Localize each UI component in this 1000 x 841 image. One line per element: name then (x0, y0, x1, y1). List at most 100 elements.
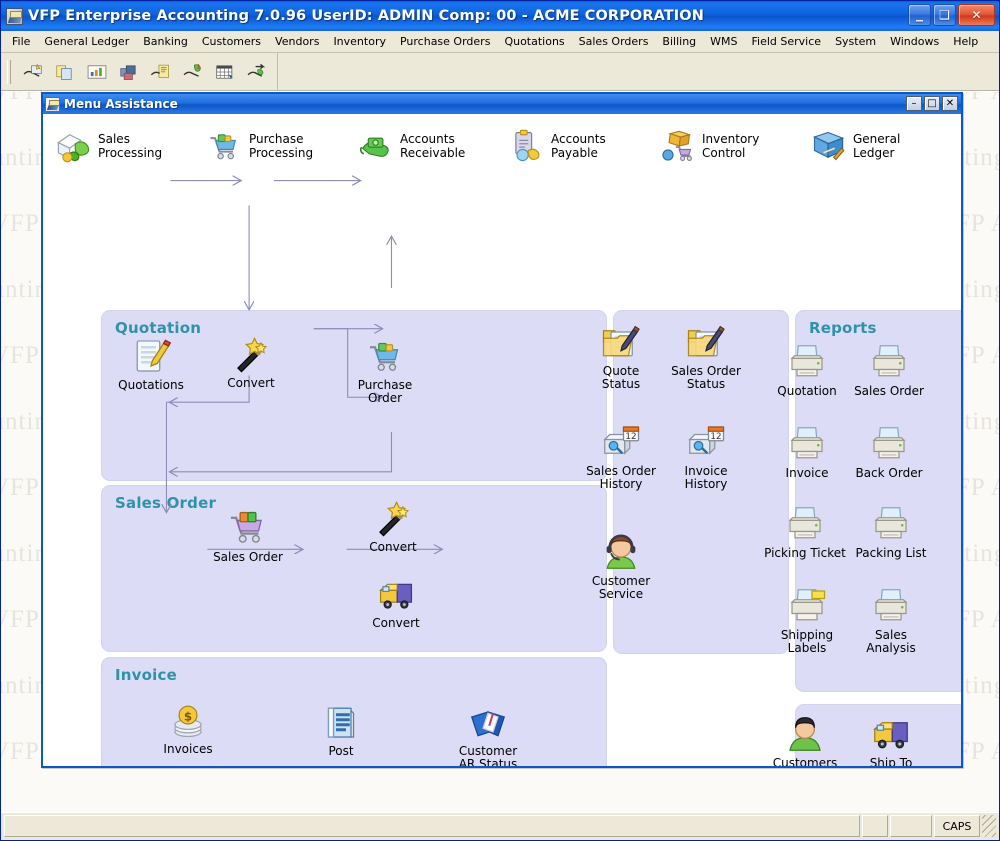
toolbar-button-reports-chart[interactable] (83, 58, 111, 86)
module-label-line1: Accounts (551, 132, 606, 146)
module-label: AccountsReceivable (400, 132, 465, 160)
history-calendar-icon: 12 (601, 422, 641, 462)
child-minimize-button[interactable]: – (906, 96, 922, 111)
window-controls: _ ❑ ✕ (908, 4, 995, 26)
module-general-ledger[interactable]: GeneralLedger (804, 128, 955, 164)
module-accounts-receivable[interactable]: AccountsReceivable (351, 128, 502, 164)
child-maximize-button[interactable]: □ (924, 96, 940, 111)
menu-item-customers[interactable]: Customers (195, 32, 268, 52)
folder-pen-icon (601, 322, 641, 362)
reports-panel-title: Reports (809, 319, 877, 337)
node-post[interactable]: Post (291, 702, 391, 758)
module-sales-processing[interactable]: SalesProcessing (49, 128, 200, 164)
node-label: Sales OrderHistory (586, 465, 656, 491)
node-label: Post (328, 745, 353, 758)
resize-grip[interactable] (982, 815, 996, 837)
post-book-icon (321, 702, 361, 742)
node-label: Convert (369, 541, 416, 554)
node-report-sales-order[interactable]: Sales Order (839, 342, 939, 398)
money-stack-icon: $ (169, 702, 207, 740)
node-label-line1: Quotation (777, 385, 836, 398)
minimize-button[interactable]: _ (908, 4, 931, 26)
node-invoices[interactable]: $ Invoices (138, 702, 238, 756)
node-label-line1: Invoice (786, 467, 829, 480)
node-customer-service[interactable]: CustomerService (571, 532, 671, 601)
menu-assistance-title: Menu Assistance (64, 97, 178, 111)
menu-item-windows[interactable]: Windows (883, 32, 946, 52)
node-label: Invoices (163, 743, 212, 756)
svg-text:12: 12 (710, 432, 721, 442)
reports-chart-icon (86, 61, 108, 83)
node-label: Quotation (777, 385, 836, 398)
module-label-line2: Processing (249, 146, 313, 160)
node-convert-to-invoice[interactable]: Convert (343, 500, 443, 554)
status-slot-2 (890, 815, 932, 837)
node-ship-to[interactable]: Ship To (841, 714, 941, 766)
node-report-back-order[interactable]: Back Order (839, 424, 939, 480)
toolbar-button-copy-documents[interactable] (51, 58, 79, 86)
node-invoice-history[interactable]: 12InvoiceHistory (656, 422, 756, 491)
toolbar-button-customer-entry[interactable] (19, 58, 47, 86)
node-label-line2: History (685, 478, 728, 491)
node-report-sales-analysis[interactable]: SalesAnalysis (841, 586, 941, 655)
toolbar-button-invoice-entry[interactable] (147, 58, 175, 86)
menu-assistance-controls: – □ ✕ (906, 96, 958, 111)
sales-processing-icon (55, 128, 91, 164)
menu-item-field-service[interactable]: Field Service (745, 32, 829, 52)
menu-item-file[interactable]: File (5, 32, 37, 52)
node-label-line1: Invoices (163, 743, 212, 756)
module-inventory-control[interactable]: InventoryControl (653, 128, 804, 164)
node-label-line1: Convert (369, 541, 416, 554)
node-sales-order[interactable]: Sales Order (198, 506, 298, 564)
node-report-picking-ticket[interactable]: Picking Ticket (755, 504, 855, 560)
module-accounts-payable[interactable]: AccountsPayable (502, 128, 653, 164)
node-label: CustomerService (592, 575, 650, 601)
node-purchase-order[interactable]: PurchaseOrder (335, 336, 435, 405)
node-convert-quote[interactable]: Convert (201, 336, 301, 390)
purchase-cart-icon (206, 128, 242, 164)
node-label-line2: Order (358, 392, 413, 405)
maximize-button[interactable]: ❑ (933, 4, 956, 26)
purchase-cart-icon (365, 336, 405, 376)
node-quotations[interactable]: Quotations (101, 336, 201, 392)
clipboard-icon (508, 128, 544, 164)
menu-item-purchase-orders[interactable]: Purchase Orders (393, 32, 497, 52)
magic-wand-icon (374, 500, 412, 538)
node-label: ShippingLabels (781, 629, 833, 655)
module-label-line2: Processing (98, 146, 162, 160)
menu-item-vendors[interactable]: Vendors (268, 32, 326, 52)
node-convert-to-ship[interactable]: Convert (346, 576, 446, 630)
printer-icon (785, 504, 825, 544)
toolbar-grip[interactable] (7, 60, 11, 84)
minimize-icon: _ (909, 5, 930, 25)
menu-item-general-ledger[interactable]: General Ledger (37, 32, 136, 52)
toolbar-button-inventory-boxes[interactable] (115, 58, 143, 86)
folder-pen-icon (686, 322, 726, 362)
menu-item-billing[interactable]: Billing (655, 32, 703, 52)
menu-item-quotations[interactable]: Quotations (497, 32, 571, 52)
menu-item-system[interactable]: System (828, 32, 883, 52)
quotation-panel-title: Quotation (115, 319, 201, 337)
svg-text:12: 12 (625, 432, 636, 442)
node-sales-order-status[interactable]: Sales OrderStatus (656, 322, 756, 391)
node-label: CustomerAR Status (459, 745, 518, 766)
node-report-packing-list[interactable]: Packing List (841, 504, 941, 560)
toolbar-button-exit-arrow[interactable] (243, 58, 271, 86)
toolbar-button-calendar[interactable] (211, 58, 239, 86)
toolbar-button-sales-entry[interactable] (179, 58, 207, 86)
menu-item-banking[interactable]: Banking (136, 32, 195, 52)
title-bar: VFP Enterprise Accounting 7.0.96 UserID:… (1, 1, 999, 31)
menu-item-wms[interactable]: WMS (703, 32, 744, 52)
printer-icon (869, 342, 909, 382)
menu-item-sales-orders[interactable]: Sales Orders (572, 32, 656, 52)
menu-item-inventory[interactable]: Inventory (326, 32, 393, 52)
open-book-icon (468, 702, 508, 742)
node-customer-ar-status[interactable]: CustomerAR Status (438, 702, 538, 766)
module-label: InventoryControl (702, 132, 759, 160)
money-stack-icon: $ (169, 702, 207, 740)
menu-item-help[interactable]: Help (946, 32, 985, 52)
close-button[interactable]: ✕ (958, 4, 995, 26)
module-purchase-processing[interactable]: PurchaseProcessing (200, 128, 351, 164)
child-close-button[interactable]: ✕ (942, 96, 958, 111)
node-customers[interactable]: Customers (755, 714, 855, 766)
